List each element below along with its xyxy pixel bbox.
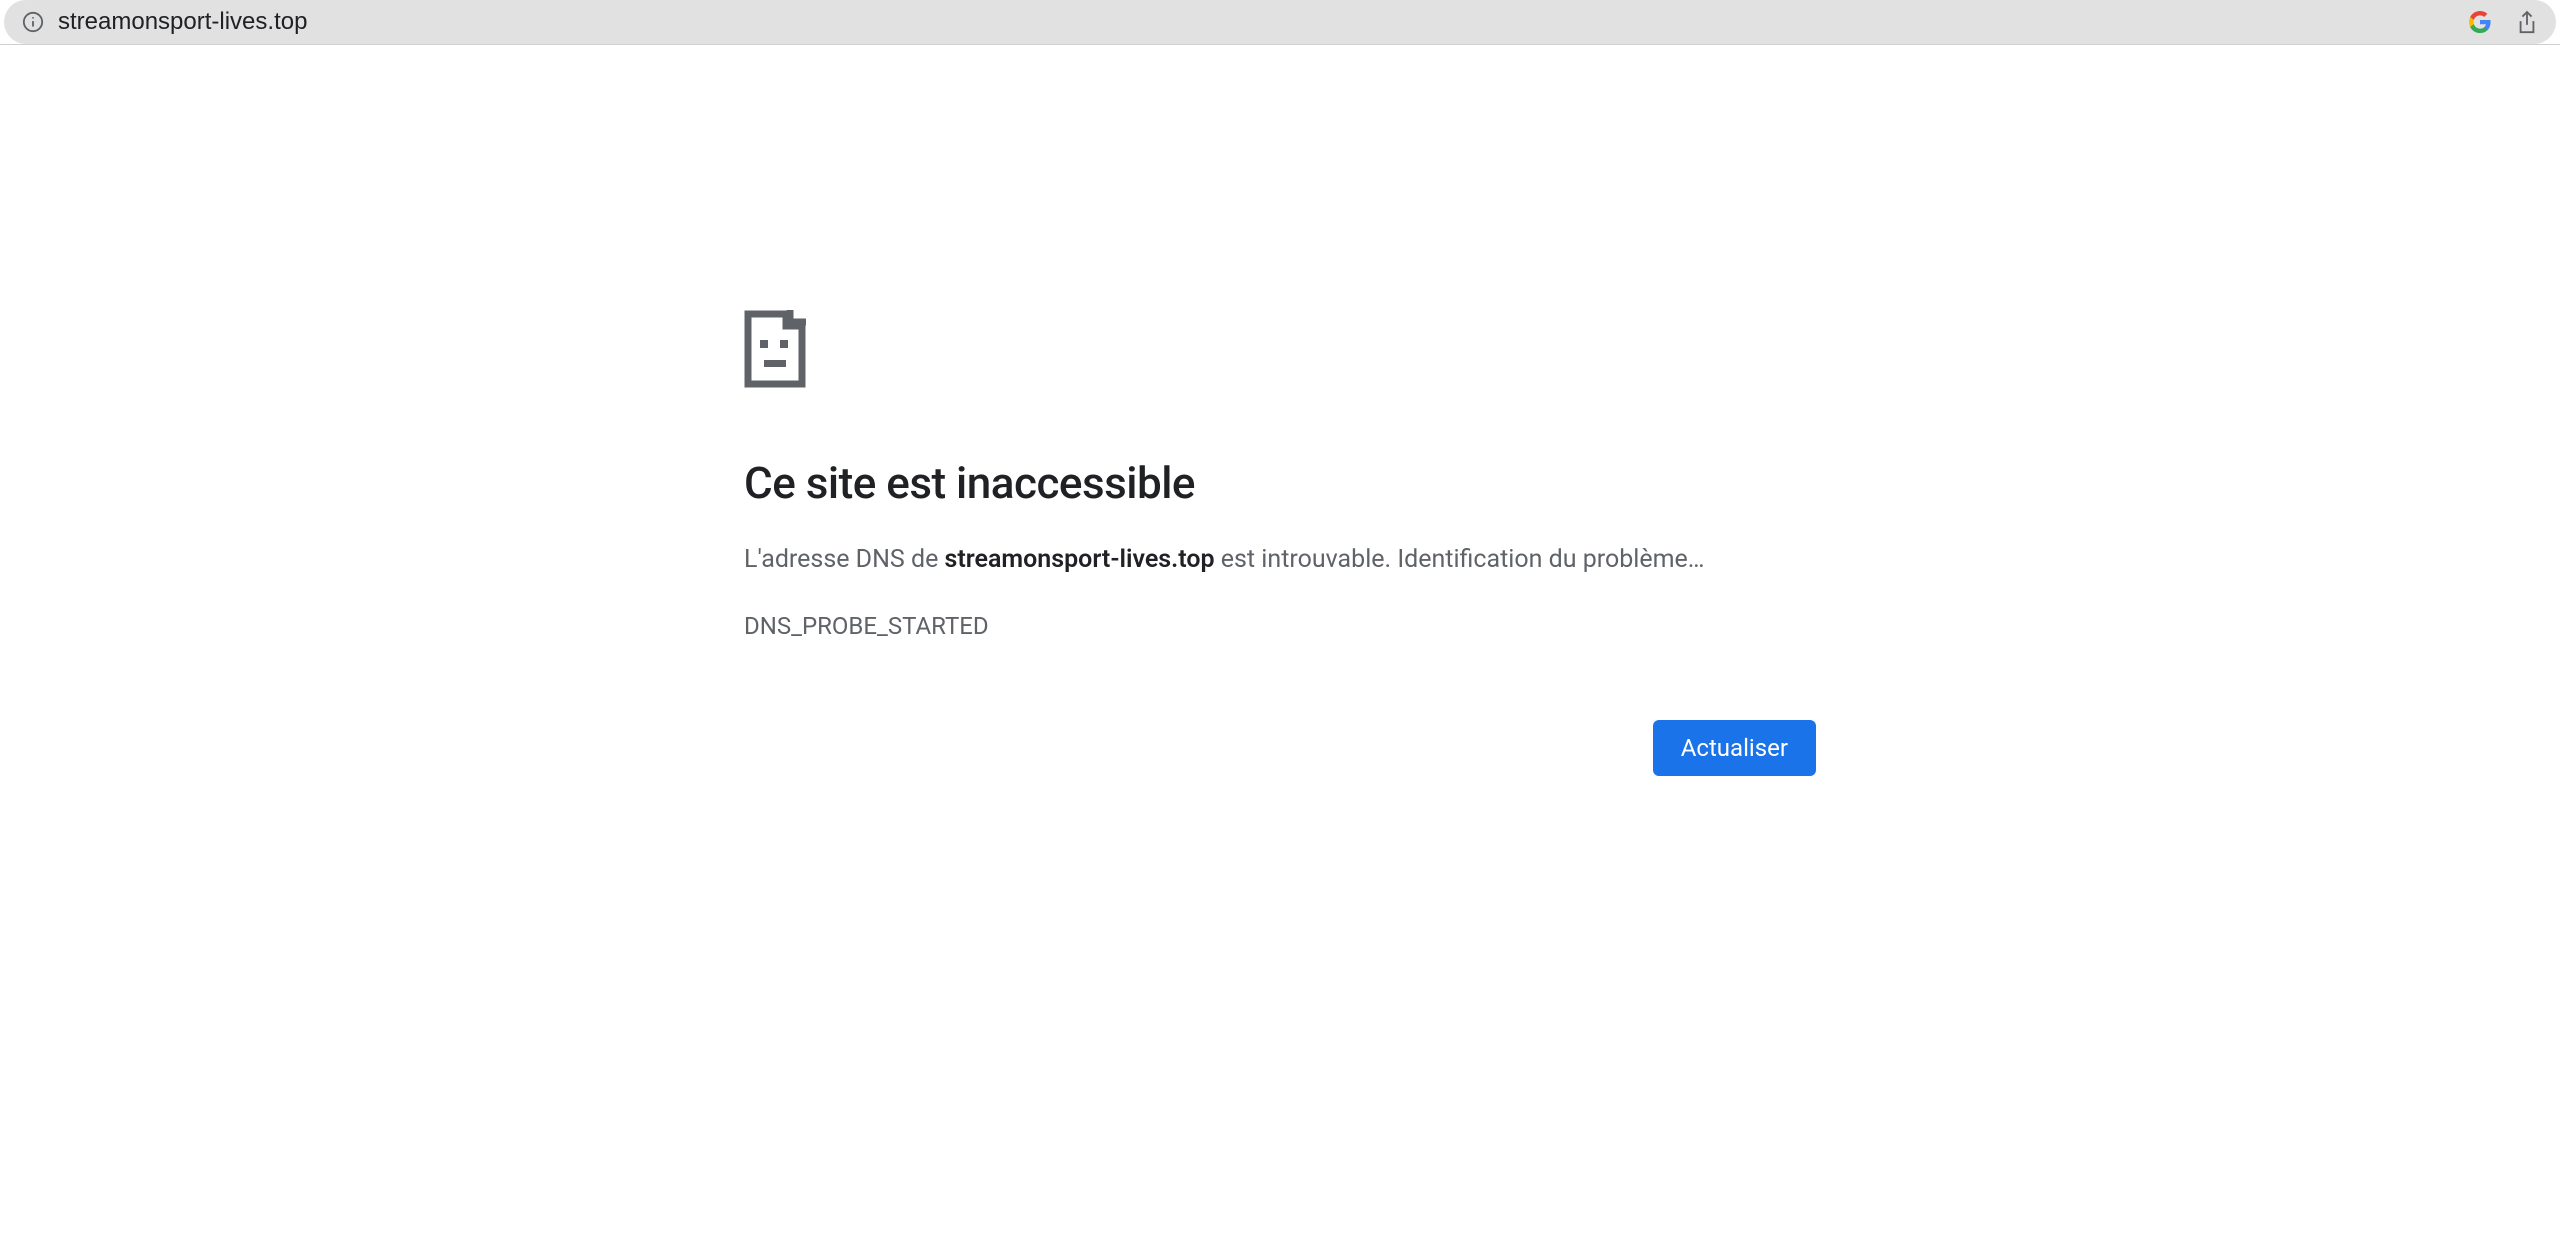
share-icon[interactable]	[2516, 10, 2538, 34]
address-bar[interactable]: streamonsport-lives.top	[4, 0, 2556, 44]
url-text[interactable]: streamonsport-lives.top	[58, 8, 2468, 36]
info-icon[interactable]	[22, 11, 44, 33]
reload-button[interactable]: Actualiser	[1653, 720, 1816, 776]
error-title: Ce site est inaccessible	[744, 457, 1816, 509]
button-wrapper: Actualiser	[744, 720, 1816, 776]
error-container: Ce site est inaccessible L'adresse DNS d…	[744, 45, 1816, 776]
error-message-prefix: L'adresse DNS de	[744, 545, 945, 574]
error-code: DNS_PROBE_STARTED	[744, 612, 1816, 640]
error-message-suffix: est introuvable. Identification du probl…	[1215, 545, 1705, 574]
error-domain: streamonsport-lives.top	[945, 545, 1215, 574]
address-bar-actions	[2468, 10, 2538, 34]
error-message: L'adresse DNS de streamonsport-lives.top…	[744, 539, 1816, 582]
google-icon[interactable]	[2468, 10, 2492, 34]
sad-page-icon	[744, 310, 1816, 392]
